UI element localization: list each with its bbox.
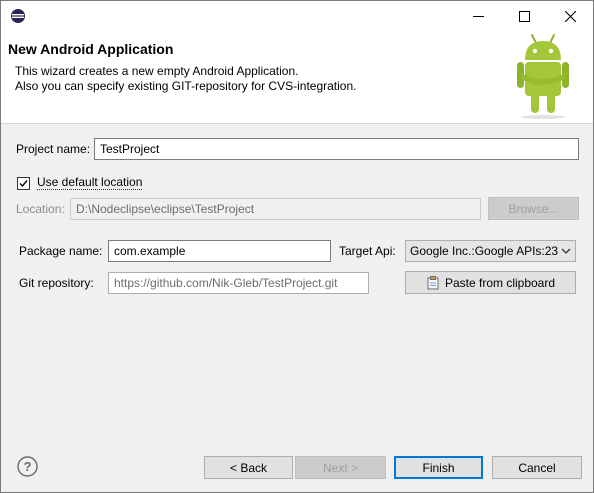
minimize-icon xyxy=(472,15,484,17)
git-repository-input[interactable]: https://github.com/Nik-Gleb/TestProject.… xyxy=(108,272,369,294)
target-api-select[interactable]: Google Inc.:Google APIs:23 xyxy=(405,240,576,262)
chevron-down-icon xyxy=(561,248,571,254)
finish-button[interactable]: Finish xyxy=(394,456,483,479)
title-bar xyxy=(1,1,593,31)
location-label: Location: xyxy=(16,202,65,216)
wizard-window: New Android Application This wizard crea… xyxy=(0,0,594,493)
location-input: D:\Nodeclipse\eclipse\TestProject xyxy=(70,198,481,220)
eclipse-icon xyxy=(11,9,25,23)
svg-text:?: ? xyxy=(24,459,32,474)
browse-button: Browse... xyxy=(488,197,579,220)
git-repository-label: Git repository: xyxy=(19,276,94,290)
paste-button-label: Paste from clipboard xyxy=(444,275,556,290)
minimize-button[interactable] xyxy=(455,1,501,31)
wizard-description: This wizard creates a new empty Android … xyxy=(15,64,356,94)
maximize-button[interactable] xyxy=(501,1,547,31)
target-api-value: Google Inc.:Google APIs:23 xyxy=(410,244,559,258)
use-default-location-checkbox[interactable] xyxy=(17,177,30,190)
package-name-input[interactable]: com.example xyxy=(108,240,331,262)
next-button: Next > xyxy=(295,456,386,479)
header-separator xyxy=(1,123,593,124)
cancel-button[interactable]: Cancel xyxy=(492,456,582,479)
android-robot-icon xyxy=(517,34,569,119)
back-button[interactable]: < Back xyxy=(204,456,293,479)
description-line-1: This wizard creates a new empty Android … xyxy=(15,64,299,78)
checkmark-icon xyxy=(19,180,28,188)
help-icon[interactable]: ? xyxy=(17,456,38,477)
description-line-2: Also you can specify existing GIT-reposi… xyxy=(15,79,357,93)
project-name-label: Project name: xyxy=(16,142,91,156)
package-name-label: Package name: xyxy=(19,244,103,258)
project-name-input[interactable]: TestProject xyxy=(94,138,579,160)
page-title: New Android Application xyxy=(8,41,174,57)
maximize-icon xyxy=(518,10,530,22)
target-api-label: Target Api: xyxy=(339,244,396,258)
wizard-header: New Android Application This wizard crea… xyxy=(1,31,593,123)
close-icon xyxy=(564,10,576,22)
paste-from-clipboard-button[interactable]: Paste from clipboard xyxy=(405,271,576,294)
clipboard-icon xyxy=(427,275,439,289)
use-default-location-label[interactable]: Use default location xyxy=(37,175,143,190)
close-button[interactable] xyxy=(547,1,593,31)
